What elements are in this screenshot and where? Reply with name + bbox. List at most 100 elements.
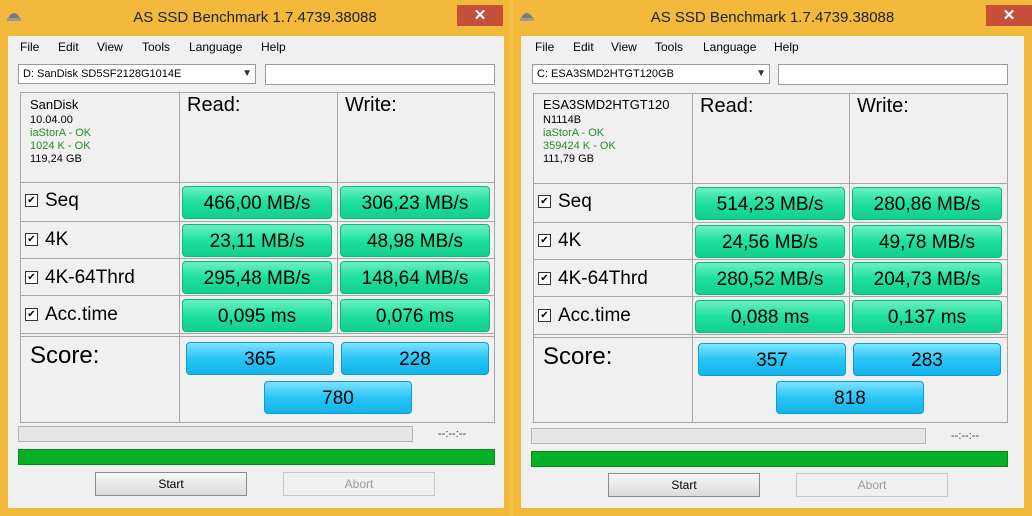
checkbox-4k-64thrd[interactable]: ✔	[25, 271, 38, 284]
drive-firmware: N1114B	[543, 114, 582, 126]
checkbox-acc-time[interactable]: ✔	[538, 309, 551, 322]
result-seq-read: 466,00 MB/s	[182, 186, 332, 219]
close-button[interactable]: ✕	[457, 5, 503, 26]
write-header: Write:	[857, 95, 909, 117]
result-4k-write: 48,98 MB/s	[340, 224, 490, 257]
close-button[interactable]: ✕	[986, 5, 1032, 26]
checkbox-seq[interactable]: ✔	[25, 194, 38, 207]
elapsed-time: --:--:--	[438, 428, 467, 440]
progress-track	[18, 426, 413, 442]
chevron-down-icon: ▼	[242, 68, 252, 79]
check-icon: ✔	[27, 195, 36, 206]
result-4k-64thrd-write: 148,64 MB/s	[340, 261, 490, 294]
read-header: Read:	[187, 94, 241, 116]
menu-edit[interactable]: Edit	[573, 40, 594, 54]
progress-bar	[18, 449, 495, 465]
menu-help[interactable]: Help	[774, 40, 799, 54]
result-acc-time-write: 0,137 ms	[852, 300, 1002, 333]
drive-name: SanDisk	[30, 97, 79, 112]
write-header: Write:	[345, 94, 397, 116]
row-label-4k: 4K	[558, 230, 582, 251]
side-input[interactable]	[265, 64, 495, 85]
title-bar[interactable]: AS SSD Benchmark 1.7.4739.38088 ✕	[0, 0, 510, 36]
drive-driver-status: iaStorA - OK	[543, 127, 605, 139]
result-seq-read: 514,23 MB/s	[695, 187, 845, 220]
row-label-4k: 4K	[45, 229, 69, 250]
menu-language[interactable]: Language	[703, 40, 756, 54]
menu-view[interactable]: View	[97, 40, 123, 54]
result-4k-read: 24,56 MB/s	[695, 225, 845, 258]
score-read: 365	[186, 342, 334, 375]
score-label: Score:	[30, 342, 100, 369]
start-button[interactable]: Start	[608, 473, 760, 497]
menu-edit[interactable]: Edit	[58, 40, 79, 54]
menu-bar: File Edit View Tools Language Help	[521, 36, 1024, 58]
result-4k-read: 23,11 MB/s	[182, 224, 332, 257]
client-area: File Edit View Tools Language Help C: ES…	[521, 36, 1024, 508]
menu-tools[interactable]: Tools	[655, 40, 683, 54]
checkbox-acc-time[interactable]: ✔	[25, 308, 38, 321]
drive-driver-status: iaStorA - OK	[30, 127, 92, 139]
row-label-4k-64thrd: 4K-64Thrd	[45, 267, 135, 288]
menu-view[interactable]: View	[611, 40, 637, 54]
check-icon: ✔	[540, 310, 549, 321]
menu-tools[interactable]: Tools	[142, 40, 170, 54]
checkbox-seq[interactable]: ✔	[538, 195, 551, 208]
title-bar[interactable]: AS SSD Benchmark 1.7.4739.38088 ✕	[513, 0, 1032, 36]
result-seq-write: 280,86 MB/s	[852, 187, 1002, 220]
drive-info: SanDisk 10.04.00 iaStorA - OK 1024 K - O…	[30, 98, 91, 166]
menu-language[interactable]: Language	[189, 40, 242, 54]
result-4k-64thrd-write: 204,73 MB/s	[852, 262, 1002, 295]
drive-alignment-status: 359424 K - OK	[543, 140, 616, 152]
close-icon: ✕	[473, 7, 487, 24]
score-total: 780	[264, 381, 412, 414]
drive-alignment-status: 1024 K - OK	[30, 140, 91, 152]
score-label: Score:	[543, 343, 613, 370]
result-4k-64thrd-read: 295,48 MB/s	[182, 261, 332, 294]
check-icon: ✔	[540, 273, 549, 284]
row-label-acc-time: Acc.time	[45, 304, 118, 325]
drive-size: 119,24 GB	[30, 153, 82, 165]
checkbox-4k[interactable]: ✔	[538, 234, 551, 247]
check-icon: ✔	[540, 196, 549, 207]
side-input[interactable]	[778, 64, 1008, 85]
score-total: 818	[776, 381, 924, 414]
check-icon: ✔	[27, 272, 36, 283]
row-label-4k-64thrd: 4K-64Thrd	[558, 268, 648, 289]
check-icon: ✔	[27, 234, 36, 245]
window-right: AS SSD Benchmark 1.7.4739.38088 ✕ File E…	[513, 0, 1032, 516]
check-icon: ✔	[540, 235, 549, 246]
abort-button[interactable]: Abort	[283, 472, 435, 496]
row-label-seq: Seq	[558, 191, 592, 212]
drive-name: ESA3SMD2HTGT120	[543, 97, 670, 112]
score-write: 228	[341, 342, 489, 375]
result-seq-write: 306,23 MB/s	[340, 186, 490, 219]
row-label-seq: Seq	[45, 190, 79, 211]
result-acc-time-write: 0,076 ms	[340, 299, 490, 332]
progress-track	[531, 428, 926, 444]
result-4k-write: 49,78 MB/s	[852, 225, 1002, 258]
drive-info: ESA3SMD2HTGT120 N1114B iaStorA - OK 3594…	[543, 98, 669, 166]
row-label-acc-time: Acc.time	[558, 305, 631, 326]
abort-button[interactable]: Abort	[796, 473, 948, 497]
checkbox-4k[interactable]: ✔	[25, 233, 38, 246]
menu-file[interactable]: File	[20, 40, 39, 54]
close-icon: ✕	[1002, 7, 1016, 24]
read-header: Read:	[700, 95, 754, 117]
menu-file[interactable]: File	[535, 40, 554, 54]
drive-select[interactable]: D: SanDisk SD5SF2128G1014E ▼	[18, 64, 256, 84]
menu-bar: File Edit View Tools Language Help	[8, 36, 504, 58]
drive-select-value: D: SanDisk SD5SF2128G1014E	[23, 68, 182, 80]
checkbox-4k-64thrd[interactable]: ✔	[538, 272, 551, 285]
drive-size: 111,79 GB	[543, 153, 594, 165]
drive-select[interactable]: C: ESA3SMD2HTGT120GB ▼	[532, 64, 770, 84]
chevron-down-icon: ▼	[756, 68, 766, 79]
progress-bar	[531, 451, 1008, 467]
elapsed-time: --:--:--	[951, 430, 980, 442]
score-write: 283	[853, 343, 1001, 376]
menu-help[interactable]: Help	[261, 40, 286, 54]
window-title: AS SSD Benchmark 1.7.4739.38088	[650, 9, 895, 26]
start-button[interactable]: Start	[95, 472, 247, 496]
client-area: File Edit View Tools Language Help D: Sa…	[8, 36, 504, 508]
result-4k-64thrd-read: 280,52 MB/s	[695, 262, 845, 295]
